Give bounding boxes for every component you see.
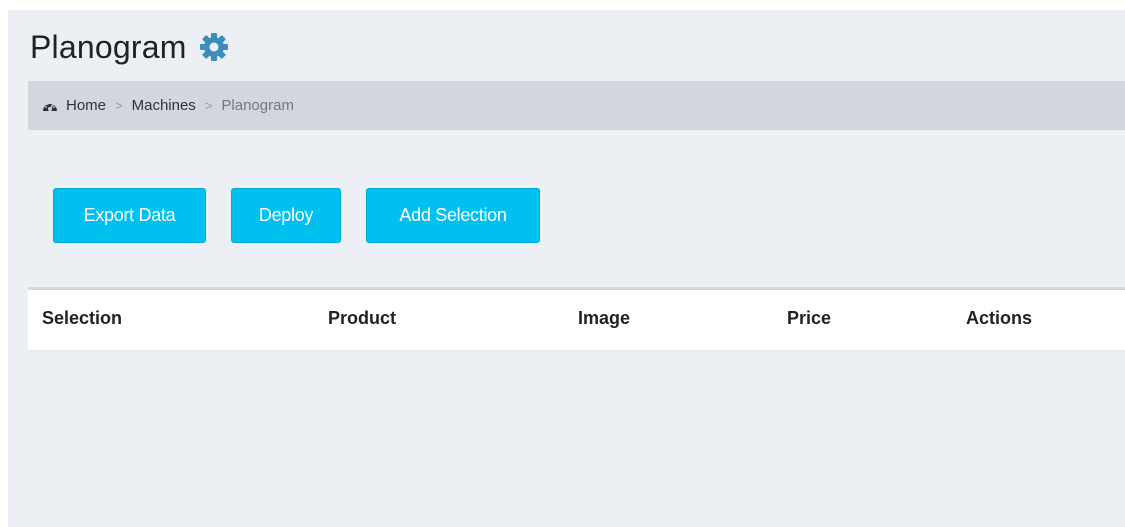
breadcrumb-current: Planogram [221, 97, 294, 114]
content-area: Planogram Home > Machines > Planogram Ex… [8, 10, 1125, 527]
column-header-product[interactable]: Product [328, 308, 396, 329]
column-header-image[interactable]: Image [578, 308, 630, 329]
deploy-button[interactable]: Deploy [231, 188, 341, 243]
page-header: Planogram [30, 27, 229, 67]
add-selection-button[interactable]: Add Selection [366, 188, 540, 243]
planogram-table: Selection Product Image Price Actions [28, 287, 1125, 351]
dashboard-icon [42, 99, 58, 113]
column-header-selection[interactable]: Selection [42, 308, 122, 329]
column-header-price[interactable]: Price [787, 308, 831, 329]
breadcrumb: Home > Machines > Planogram [28, 81, 1125, 130]
gear-icon[interactable] [199, 32, 229, 62]
breadcrumb-machines-link[interactable]: Machines [132, 97, 196, 114]
column-header-actions[interactable]: Actions [966, 308, 1032, 329]
breadcrumb-separator: > [204, 98, 213, 113]
page-title: Planogram [30, 28, 187, 65]
breadcrumb-home-link[interactable]: Home [66, 97, 106, 114]
breadcrumb-separator: > [115, 98, 123, 113]
page: Planogram Home > Machines > Planogram Ex… [0, 0, 1125, 527]
export-data-button[interactable]: Export Data [53, 188, 206, 243]
